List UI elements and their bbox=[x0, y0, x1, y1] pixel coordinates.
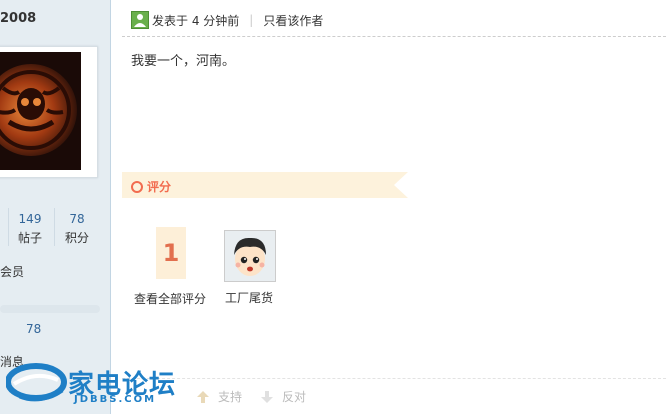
member-group[interactable]: 会员 bbox=[0, 263, 24, 280]
stat-divider bbox=[8, 208, 9, 246]
watermark-sub: JDBBS.COM bbox=[74, 394, 157, 405]
rater-avatar[interactable] bbox=[224, 230, 276, 282]
site-watermark: 家电论坛 JDBBS.COM bbox=[6, 360, 196, 410]
post-content: 我要一个，河南。 bbox=[131, 54, 236, 69]
header-divider bbox=[122, 36, 666, 37]
support-button[interactable]: 支持 bbox=[196, 388, 242, 405]
view-all-ratings-link[interactable]: 查看全部评分 bbox=[134, 290, 206, 307]
circle-icon bbox=[131, 180, 143, 193]
avatar-frame bbox=[0, 46, 98, 178]
rater-name[interactable]: 工厂尾货 bbox=[225, 289, 273, 306]
avatar[interactable] bbox=[0, 52, 81, 170]
against-label: 反对 bbox=[282, 390, 307, 404]
cartoon-face-icon bbox=[225, 231, 275, 281]
header-separator: | bbox=[249, 13, 254, 27]
user-sidebar: 2008 149 帖子 78 积分 会员 78 消息 bbox=[0, 0, 111, 414]
support-label: 支持 bbox=[218, 390, 243, 404]
posts-count: 149 bbox=[18, 212, 42, 226]
stat-points[interactable]: 78 积分 bbox=[59, 212, 95, 246]
score-box: 1 bbox=[156, 227, 186, 279]
points-label: 积分 bbox=[64, 231, 89, 245]
online-status-icon bbox=[131, 11, 149, 29]
username[interactable]: 2008 bbox=[0, 11, 36, 26]
points-count: 78 bbox=[69, 212, 85, 226]
stat-divider bbox=[54, 208, 55, 246]
stat-posts[interactable]: 149 帖子 bbox=[12, 212, 48, 246]
progress-bar bbox=[0, 305, 100, 313]
author-only-link[interactable]: 只看该作者 bbox=[263, 12, 323, 29]
watermark-logo-icon bbox=[6, 363, 67, 402]
rating-section-label: 评分 bbox=[131, 178, 171, 195]
thumb-up-icon bbox=[197, 390, 209, 403]
score-value: 1 bbox=[162, 239, 180, 267]
progress-value: 78 bbox=[26, 322, 42, 336]
post-header: 发表于 4 分钟前 | 只看该作者 bbox=[131, 11, 323, 29]
against-button[interactable]: 反对 bbox=[260, 388, 306, 405]
posted-time: 发表于 4 分钟前 bbox=[152, 13, 240, 28]
posts-label: 帖子 bbox=[17, 231, 42, 245]
hydra-logo-icon bbox=[0, 52, 81, 170]
actions-divider bbox=[122, 378, 666, 379]
thumb-down-icon bbox=[261, 390, 273, 403]
rating-label-text: 评分 bbox=[147, 180, 172, 194]
